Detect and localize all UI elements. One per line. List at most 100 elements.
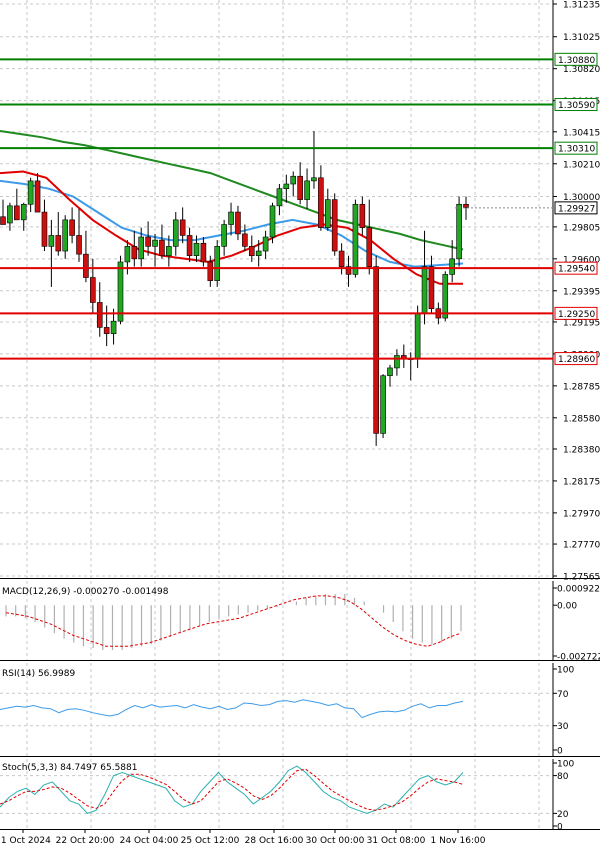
candle-bearish — [90, 277, 96, 303]
level-label: 1.29250 — [558, 310, 595, 320]
chart-canvas: 1.312351.310251.308201.306151.304151.302… — [0, 0, 600, 849]
rsi-title: RSI(14) 56.9989 — [2, 669, 75, 679]
level-label: 1.30310 — [558, 145, 595, 155]
candle-bearish — [338, 250, 345, 267]
level-label: 1.29540 — [558, 265, 595, 275]
candle-bearish — [179, 219, 186, 236]
candle-bearish — [103, 327, 110, 334]
current-price-label: 1.29927 — [558, 204, 595, 214]
y-tick-label: 1.31025 — [563, 33, 600, 43]
candle-bullish — [117, 261, 124, 322]
candle-bullish — [442, 274, 449, 319]
candle-bullish — [110, 320, 117, 334]
candle-bearish — [463, 203, 469, 208]
y-tick-label: 1.28380 — [563, 445, 600, 455]
candle-bullish — [124, 246, 131, 263]
x-tick-label: 1 Nov 16:00 — [431, 836, 486, 846]
y-tick-label: 1.29805 — [563, 223, 600, 233]
y-tick-label: -0.002722 — [557, 653, 600, 663]
level-label: 1.28960 — [558, 355, 595, 365]
candle-bullish — [255, 250, 262, 257]
y-tick-label: 0 — [557, 747, 563, 757]
candle-bearish — [83, 253, 89, 278]
candle-bullish — [414, 313, 421, 359]
level-label: 1.30590 — [558, 101, 595, 111]
y-tick-label: 1.28785 — [563, 382, 600, 392]
x-tick-label: 28 Oct 16:00 — [245, 836, 304, 846]
candle-bearish — [55, 235, 62, 252]
candle-bullish — [48, 235, 55, 247]
candle-bearish — [373, 266, 379, 434]
candle-bullish — [138, 236, 145, 260]
candle-bearish — [76, 235, 82, 255]
candle-bullish — [221, 224, 227, 247]
y-tick-label: 20 — [557, 810, 569, 820]
candle-bullish — [62, 219, 68, 252]
candle-bullish — [290, 175, 297, 185]
candle-bullish — [228, 211, 234, 225]
x-tick-label: 31 Oct 08:00 — [367, 836, 426, 846]
y-tick-label: 0.000922 — [557, 585, 600, 595]
level-label: 1.30880 — [558, 56, 595, 66]
y-tick-label: 1.30415 — [563, 128, 600, 138]
macd-title: MACD(12,26,9) -0.000270 -0.001498 — [2, 587, 169, 597]
candle-bearish — [131, 246, 138, 260]
candle-bullish — [172, 219, 179, 247]
candle-bullish — [421, 266, 428, 314]
candle-bullish — [152, 239, 158, 247]
candle-bearish — [242, 233, 248, 247]
candle-bullish — [324, 199, 331, 228]
chart-window: 1.312351.310251.308201.306151.304151.302… — [0, 0, 600, 849]
candle-bearish — [297, 175, 303, 200]
candle-bearish — [41, 211, 48, 247]
candle-bullish — [269, 205, 276, 238]
candle-bearish — [366, 227, 373, 267]
candle-bullish — [214, 246, 221, 281]
candle-bearish — [248, 246, 255, 257]
candle-bullish — [352, 203, 359, 275]
candle-bearish — [200, 242, 207, 263]
candle-bullish — [27, 180, 34, 205]
candle-bullish — [449, 258, 455, 275]
candle-bearish — [0, 216, 6, 225]
x-tick-label: 22 Oct 20:00 — [56, 836, 115, 846]
y-tick-label: 1.29195 — [563, 318, 600, 328]
candle-bullish — [7, 205, 13, 224]
candle-bullish — [283, 183, 290, 189]
candle-bearish — [14, 205, 20, 221]
y-tick-label: 0.00 — [557, 602, 577, 612]
candle-bullish — [394, 355, 400, 369]
candle-bearish — [428, 266, 435, 310]
x-tick-label: 25 Oct 12:00 — [181, 836, 240, 846]
y-tick-label: 1.27970 — [563, 509, 600, 519]
candle-bearish — [235, 211, 241, 235]
y-tick-label: 1.30820 — [563, 65, 600, 75]
candle-bearish — [207, 261, 214, 281]
y-tick-label: 1.27770 — [563, 541, 600, 551]
x-tick-label: 21 Oct 2024 — [0, 836, 51, 846]
candle-bullish — [456, 203, 462, 260]
candle-bearish — [359, 203, 366, 228]
candle-bullish — [304, 180, 310, 200]
candle-bullish — [20, 203, 27, 221]
candle-bearish — [34, 180, 41, 213]
y-tick-label: 30 — [557, 722, 569, 732]
candle-bullish — [380, 375, 386, 434]
y-tick-label: 70 — [557, 690, 569, 700]
y-tick-label: 0 — [557, 823, 563, 833]
stoch-title: Stoch(5,3,3) 84.7497 65.5881 — [2, 763, 137, 773]
y-tick-label: 1.28175 — [563, 477, 600, 487]
candle-bullish — [276, 188, 283, 207]
y-tick-label: 100 — [557, 760, 574, 770]
candle-bullish — [193, 242, 200, 257]
y-tick-label: 1.27565 — [563, 573, 600, 583]
candle-bearish — [145, 236, 151, 247]
candle-bearish — [331, 199, 338, 252]
candle-bearish — [186, 235, 193, 257]
y-tick-label: 1.28580 — [563, 414, 600, 424]
y-tick-label: 1.30210 — [563, 160, 600, 170]
candle-bullish — [387, 367, 393, 377]
candle-bullish — [262, 236, 269, 252]
candle-bearish — [69, 219, 75, 236]
y-tick-label: 80 — [557, 772, 569, 782]
